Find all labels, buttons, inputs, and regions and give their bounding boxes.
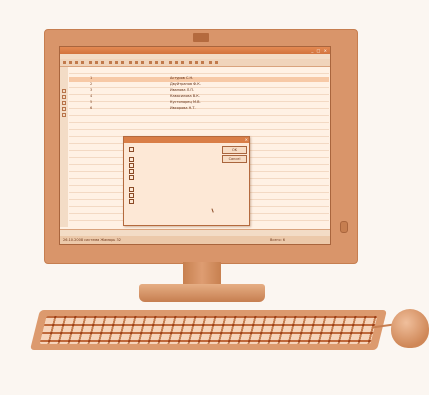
toolbar-icon[interactable] (215, 61, 218, 64)
status-left: 26.10.2008 система Жамарь 32 (63, 238, 121, 242)
strip-icon[interactable] (62, 107, 66, 111)
toolbar (60, 59, 330, 67)
toolbar-icon[interactable] (175, 61, 178, 64)
toolbar-icon[interactable] (109, 61, 112, 64)
checkbox-icon[interactable] (129, 187, 134, 192)
status-bar: 26.10.2008 система Жамарь 32 Всего: 6 (60, 236, 330, 244)
toolbar-icon[interactable] (155, 61, 158, 64)
row-name: Астуров С.Н. (170, 76, 194, 80)
monitor: _ □ × 1 Астуров С.Н. 2 Двуйтранов Ф.К. 3… (44, 29, 358, 264)
dialog-close-icon[interactable]: × (245, 137, 248, 143)
toolbar-icon[interactable] (101, 61, 104, 64)
dialog-option[interactable] (129, 187, 136, 192)
row-name: Иванова Л.П. (170, 88, 195, 92)
checkbox-icon[interactable] (129, 175, 134, 180)
row-num: 5 (90, 100, 93, 104)
window-titlebar: _ □ × (60, 47, 330, 54)
checkbox-icon[interactable] (129, 147, 134, 152)
window-buttons[interactable]: _ □ × (311, 48, 328, 53)
toolbar-icon[interactable] (201, 61, 204, 64)
dialog-option[interactable] (129, 147, 136, 152)
row-name: Двуйтранов Ф.К. (170, 82, 201, 86)
settings-dialog: × OK Cancel (123, 136, 250, 226)
monitor-screen: _ □ × 1 Астуров С.Н. 2 Двуйтранов Ф.К. 3… (59, 46, 331, 245)
toolbar-icon[interactable] (141, 61, 144, 64)
checkbox-icon[interactable] (129, 199, 134, 204)
keyboard (30, 310, 387, 350)
toolbar-icon[interactable] (89, 61, 92, 64)
left-strip (60, 67, 68, 227)
toolbar-icon[interactable] (69, 61, 72, 64)
dialog-option[interactable] (129, 199, 136, 204)
checkbox-icon[interactable] (129, 169, 134, 174)
toolbar-icon[interactable] (189, 61, 192, 64)
power-button-icon[interactable] (340, 221, 348, 233)
strip-icon[interactable] (62, 101, 66, 105)
row-name: Кустопорец М.В. (170, 100, 201, 104)
checkbox-icon[interactable] (129, 163, 134, 168)
toolbar-icon[interactable] (169, 61, 172, 64)
row-name: Ивхорова Н.Т. (170, 106, 196, 110)
mouse (391, 309, 429, 348)
toolbar-icon[interactable] (81, 61, 84, 64)
dialog-option[interactable] (129, 193, 136, 198)
strip-icon[interactable] (62, 95, 66, 99)
status-right: Всего: 6 (270, 238, 285, 242)
toolbar-icon[interactable] (209, 61, 212, 64)
strip-icon[interactable] (62, 113, 66, 117)
toolbar-icon[interactable] (135, 61, 138, 64)
dialog-ok-button[interactable]: OK (222, 146, 247, 154)
sheet-tabs (60, 229, 330, 236)
toolbar-icon[interactable] (129, 61, 132, 64)
toolbar-icon[interactable] (95, 61, 98, 64)
toolbar-icon[interactable] (161, 61, 164, 64)
toolbar-icon[interactable] (195, 61, 198, 64)
computer-scene: _ □ × 1 Астуров С.Н. 2 Двуйтранов Ф.К. 3… (0, 0, 429, 395)
dialog-option[interactable] (129, 169, 136, 174)
monitor-base (139, 284, 265, 302)
toolbar-icon[interactable] (63, 61, 66, 64)
toolbar-icon[interactable] (149, 61, 152, 64)
dialog-cancel-button[interactable]: Cancel (222, 155, 247, 163)
toolbar-icon[interactable] (115, 61, 118, 64)
row-num: 1 (90, 76, 93, 80)
row-num: 2 (90, 82, 93, 86)
keyboard-keys (39, 316, 378, 344)
checkbox-icon[interactable] (129, 193, 134, 198)
checkbox-icon[interactable] (129, 157, 134, 162)
dialog-option[interactable] (129, 157, 136, 162)
toolbar-icon[interactable] (75, 61, 78, 64)
toolbar-icon[interactable] (181, 61, 184, 64)
dialog-titlebar: × (124, 137, 249, 143)
dialog-option[interactable] (129, 163, 136, 168)
row-num: 6 (90, 106, 93, 110)
row-name: Кавасилова В.К. (170, 94, 200, 98)
monitor-logo (193, 33, 209, 42)
row-num: 3 (90, 88, 93, 92)
strip-icon[interactable] (62, 89, 66, 93)
row-num: 4 (90, 94, 93, 98)
toolbar-icon[interactable] (121, 61, 124, 64)
dialog-option[interactable] (129, 175, 136, 180)
